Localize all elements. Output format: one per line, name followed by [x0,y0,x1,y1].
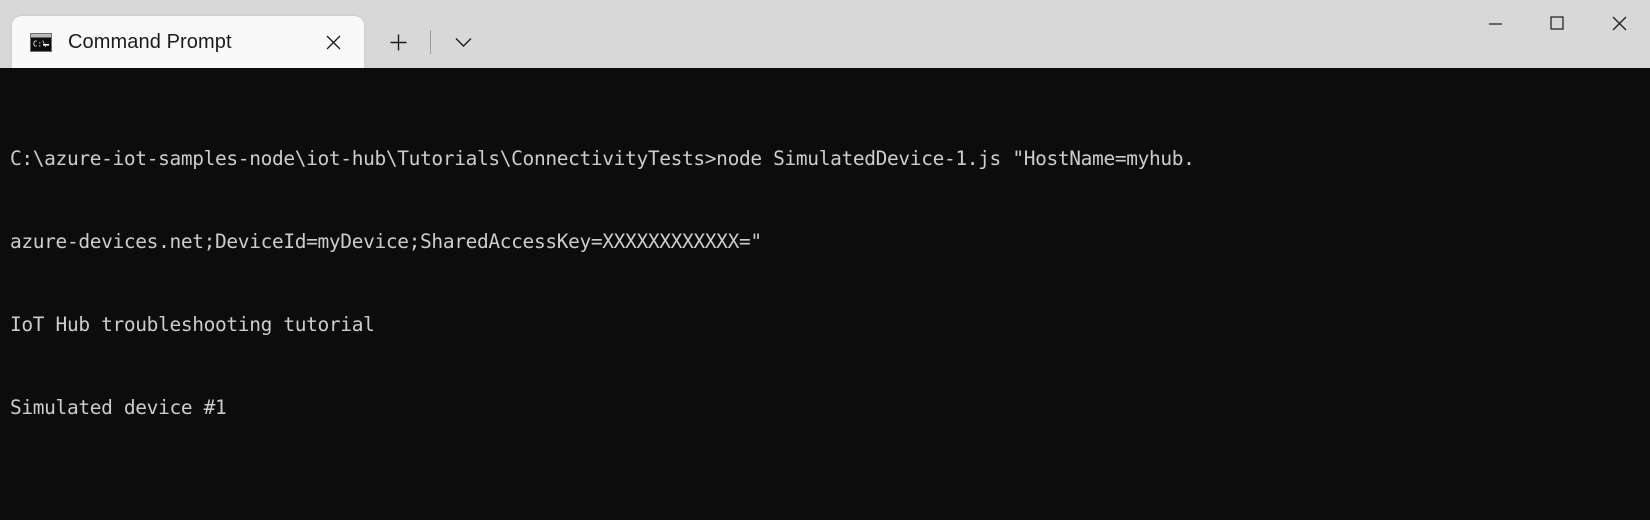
title-bar: C:\ Command Prompt [0,0,1650,68]
terminal-window: C:\ Command Prompt C:\azure-iot-samples-… [0,0,1650,520]
maximize-button[interactable] [1526,0,1588,46]
console-line: IoT Hub troubleshooting tutorial [10,312,375,336]
tab-command-prompt[interactable]: C:\ Command Prompt [12,16,364,68]
caption-button-group [1464,0,1650,68]
tab-strip-controls [376,16,485,68]
tab-strip: C:\ Command Prompt [0,0,485,68]
tab-strip-divider [430,30,431,54]
console-output[interactable]: C:\azure-iot-samples-node\iot-hub\Tutori… [0,68,1650,520]
close-button[interactable] [1588,0,1650,46]
console-line: Simulated device #1 [10,395,227,419]
console-line: azure-devices.net;DeviceId=myDevice;Shar… [10,229,762,253]
tab-title: Command Prompt [68,30,232,53]
minimize-button[interactable] [1464,0,1526,46]
command-prompt-icon: C:\ [30,32,52,52]
chevron-down-icon[interactable] [441,20,485,64]
tab-close-icon[interactable] [316,25,350,59]
console-line: C:\azure-iot-samples-node\iot-hub\Tutori… [10,147,1195,171]
new-tab-button[interactable] [376,20,420,64]
